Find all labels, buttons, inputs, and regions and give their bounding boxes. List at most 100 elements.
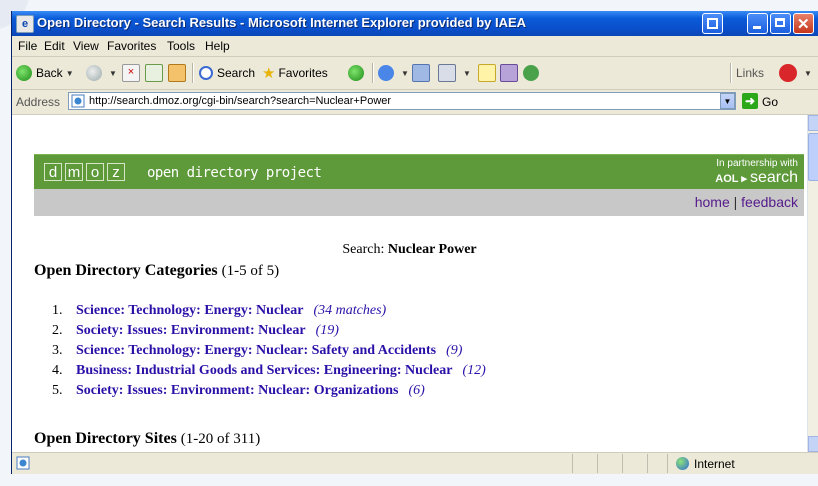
zone-label: Internet xyxy=(694,457,735,471)
edit-button[interactable] xyxy=(478,63,500,83)
dmoz-nav-bar: home | feedback xyxy=(34,189,804,216)
category-link-text: Science: Technology: Energy: Nuclear: Sa… xyxy=(76,343,437,358)
address-url[interactable]: http://search.dmoz.org/cgi-bin/search?se… xyxy=(89,95,391,107)
category-link[interactable]: Science: Technology: Energy: Nuclear: Sa… xyxy=(76,343,462,359)
research-button[interactable] xyxy=(500,63,522,83)
address-dropdown-button[interactable]: ▼ xyxy=(720,93,735,109)
help-icon[interactable] xyxy=(702,13,723,34)
vertical-scrollbar[interactable] xyxy=(807,115,818,452)
toolbar-separator xyxy=(730,63,732,83)
item-number: 5. xyxy=(52,383,63,398)
category-link[interactable]: Business: Industrial Goods and Services:… xyxy=(76,363,486,379)
category-link[interactable]: Society: Issues: Environment: Nuclear: O… xyxy=(76,383,425,399)
match-count: (19) xyxy=(315,323,339,338)
globe-icon xyxy=(676,457,689,470)
category-link[interactable]: Science: Technology: Energy: Nuclear (34 … xyxy=(76,303,386,319)
chevron-down-icon: ▼ xyxy=(463,68,471,78)
close-button[interactable]: ✕ xyxy=(793,13,814,34)
search-query: Nuclear Power xyxy=(387,242,477,257)
pdf-button[interactable]: ▼ xyxy=(779,63,812,83)
dmoz-logo[interactable]: d m o z xyxy=(44,163,128,181)
search-query-line: Search: Nuclear Power xyxy=(12,242,807,258)
match-count: (6) xyxy=(408,383,425,398)
mail-icon xyxy=(412,64,430,82)
feedback-link[interactable]: feedback xyxy=(741,194,798,210)
sites-heading: Open Directory Sites (1-20 of 311) xyxy=(34,430,260,448)
search-label: Search: xyxy=(342,242,385,257)
back-button[interactable]: Back ▼ xyxy=(16,63,74,83)
menu-bar: File Edit View Favorites Tools Help xyxy=(12,36,818,77)
aol-search-text: search xyxy=(749,169,798,186)
match-count: (9) xyxy=(446,343,463,358)
category-link[interactable]: Society: Issues: Environment: Nuclear (19… xyxy=(76,323,339,339)
address-field[interactable]: http://search.dmoz.org/cgi-bin/search?se… xyxy=(68,92,736,110)
dmoz-tagline: open directory project xyxy=(147,165,322,181)
history-button[interactable]: ▼ xyxy=(378,63,409,83)
maximize-button[interactable] xyxy=(770,13,791,34)
notepad-icon xyxy=(478,64,496,82)
media-icon xyxy=(348,65,364,81)
favorites-label: Favorites xyxy=(278,66,328,80)
item-number: 3. xyxy=(52,343,63,358)
status-bar: Internet xyxy=(12,452,818,474)
pdf-icon xyxy=(779,64,797,82)
home-link[interactable]: home xyxy=(695,194,730,210)
category-link-text: Society: Issues: Environment: Nuclear: O… xyxy=(76,383,399,398)
partner-text: In partnership with xyxy=(716,158,798,169)
page-content: d m o z open directory project In partne… xyxy=(12,115,807,452)
refresh-icon xyxy=(145,64,163,82)
match-count: (34 matches) xyxy=(313,303,387,318)
search-label: Search xyxy=(217,66,256,80)
toolbar-separator xyxy=(192,63,194,83)
home-button[interactable] xyxy=(168,63,190,83)
sites-heading-text: Open Directory Sites xyxy=(34,430,177,447)
categories-heading-text: Open Directory Categories xyxy=(34,262,218,279)
chevron-down-icon: ▼ xyxy=(401,68,409,78)
stop-button[interactable]: × xyxy=(122,63,144,83)
page-status-icon xyxy=(16,456,30,470)
scroll-thumb[interactable] xyxy=(808,133,818,181)
scroll-up-button[interactable] xyxy=(808,115,818,131)
chevron-down-icon: ▼ xyxy=(65,68,74,78)
star-icon: ★ xyxy=(262,65,276,82)
refresh-button[interactable] xyxy=(145,63,167,83)
categories-count: (1-5 of 5) xyxy=(221,263,280,279)
aol-text: AOL xyxy=(715,173,739,185)
minimize-button[interactable] xyxy=(747,13,768,34)
menu-edit[interactable]: Edit xyxy=(44,39,65,53)
toolbar-separator xyxy=(372,63,374,83)
back-arrow-icon xyxy=(16,65,32,81)
go-arrow-icon[interactable]: ➜ xyxy=(742,93,758,109)
status-divider xyxy=(572,454,573,473)
status-divider xyxy=(647,454,648,473)
page-icon xyxy=(71,94,85,108)
print-button[interactable]: ▼ xyxy=(438,63,471,83)
media-button[interactable] xyxy=(348,63,368,83)
mail-button[interactable] xyxy=(412,63,434,83)
scroll-down-button[interactable] xyxy=(808,436,818,452)
go-button[interactable]: Go xyxy=(762,95,778,109)
categories-heading: Open Directory Categories (1-5 of 5) xyxy=(34,262,279,280)
favorites-button[interactable]: ★ Favorites xyxy=(262,63,328,83)
title-bar[interactable]: e Open Directory - Search Results - Micr… xyxy=(12,11,818,36)
links-button[interactable]: Links xyxy=(736,63,764,83)
stop-icon: × xyxy=(122,64,140,82)
menu-tools[interactable]: Tools xyxy=(167,39,195,53)
messenger-button[interactable] xyxy=(523,63,543,83)
chevron-down-icon: ▼ xyxy=(804,68,812,78)
menu-help[interactable]: Help xyxy=(205,39,230,53)
logo-letter: m xyxy=(65,163,83,181)
security-zone: Internet xyxy=(667,454,818,473)
forward-button[interactable]: ▼ xyxy=(86,63,117,83)
aol-search-logo[interactable]: AOL ▸ search xyxy=(715,169,798,187)
status-divider xyxy=(597,454,598,473)
ie-page-icon: e xyxy=(16,15,34,33)
search-button[interactable]: Search xyxy=(199,63,255,83)
category-link-text: Business: Industrial Goods and Services:… xyxy=(76,363,453,378)
browser-window: e Open Directory - Search Results - Micr… xyxy=(11,11,818,474)
menu-view[interactable]: View xyxy=(73,39,99,53)
menu-file[interactable]: File xyxy=(18,39,37,53)
menu-favorites[interactable]: Favorites xyxy=(107,39,156,53)
forward-arrow-icon xyxy=(86,65,102,81)
category-link-text: Society: Issues: Environment: Nuclear xyxy=(76,323,306,338)
